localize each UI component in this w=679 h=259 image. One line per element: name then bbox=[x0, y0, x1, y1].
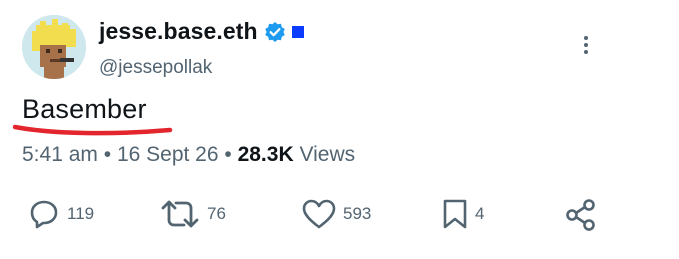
author-display-name[interactable]: jesse.base.eth bbox=[99, 18, 258, 45]
action-bar: 119 76 593 4 bbox=[0, 198, 679, 238]
tweet-date[interactable]: 16 Sept 26 bbox=[117, 143, 219, 166]
meta-separator: • bbox=[224, 143, 232, 166]
tweet-time[interactable]: 5:41 am bbox=[22, 143, 98, 166]
meta-separator: • bbox=[103, 143, 112, 166]
share-button[interactable] bbox=[564, 198, 598, 232]
like-button[interactable]: 593 bbox=[302, 198, 371, 230]
author-handle[interactable]: @jessepollak bbox=[99, 57, 212, 79]
more-options-icon[interactable] bbox=[579, 36, 593, 58]
author-name-row: jesse.base.eth bbox=[99, 18, 304, 45]
retweet-count: 76 bbox=[207, 204, 226, 223]
like-count: 593 bbox=[343, 204, 372, 223]
tweet-meta: 5:41 am • 16 Sept 26 • 28.3K Views bbox=[22, 143, 355, 167]
pixel-avatar-icon bbox=[22, 15, 86, 79]
share-icon bbox=[566, 199, 595, 231]
views-label[interactable]: Views bbox=[299, 143, 355, 166]
views-count[interactable]: 28.3K bbox=[238, 143, 294, 166]
avatar[interactable] bbox=[22, 15, 86, 79]
blue-square-icon[interactable] bbox=[291, 25, 304, 38]
reply-icon bbox=[30, 200, 58, 229]
red-underline-annotation bbox=[12, 124, 173, 136]
bookmark-button[interactable]: 4 bbox=[442, 198, 484, 230]
retweet-button[interactable]: 76 bbox=[160, 198, 226, 230]
bookmark-icon bbox=[443, 199, 467, 229]
retweet-icon bbox=[161, 200, 199, 228]
bookmark-count: 4 bbox=[475, 204, 485, 223]
verified-badge-icon[interactable] bbox=[264, 21, 286, 43]
reply-count: 119 bbox=[67, 204, 95, 223]
heart-icon bbox=[302, 199, 336, 229]
reply-button[interactable]: 119 bbox=[28, 198, 94, 230]
